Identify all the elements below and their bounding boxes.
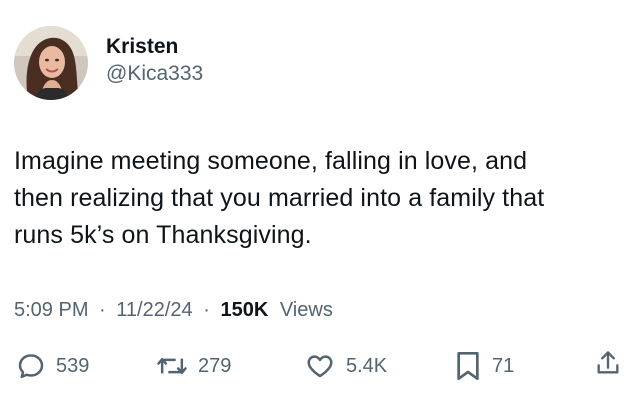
bookmark-icon: [454, 350, 482, 382]
heart-icon: [304, 351, 336, 381]
views-label: Views: [279, 299, 333, 321]
reply-button[interactable]: 539: [16, 348, 89, 384]
repost-icon: [156, 351, 188, 381]
repost-button[interactable]: 279: [156, 348, 231, 384]
tweet-text-line: then realizing that you married into a f…: [14, 184, 545, 212]
tweet-text-line: Imagine meeting someone, falling in love…: [14, 147, 528, 175]
meta-separator: ·: [99, 299, 106, 321]
share-icon: [594, 348, 622, 378]
tweet-meta: 5:09 PM · 11/22/24 · 150K Views: [14, 296, 333, 324]
reply-icon: [16, 351, 46, 381]
meta-separator: ·: [203, 299, 210, 321]
like-count: 5.4K: [346, 355, 388, 377]
tweet-text: Imagine meeting someone, falling in love…: [14, 143, 626, 254]
reply-count: 539: [56, 355, 90, 377]
views-count: 150K: [220, 299, 269, 321]
tweet-card: Kristen @Kica333 Imagine meeting someone…: [0, 0, 640, 411]
like-button[interactable]: 5.4K: [304, 348, 387, 384]
bookmark-button[interactable]: 71: [454, 348, 514, 384]
tweet-header: Kristen @Kica333: [14, 26, 203, 100]
tweet-text-line: runs 5k’s on Thanksgiving.: [14, 221, 312, 249]
bookmark-count: 71: [492, 355, 515, 377]
author-names: Kristen @Kica333: [106, 34, 203, 88]
avatar-image: [14, 26, 88, 100]
tweet-time[interactable]: 5:09 PM: [14, 299, 88, 321]
tweet-date[interactable]: 11/22/24: [116, 299, 192, 321]
author-handle[interactable]: @Kica333: [106, 60, 203, 88]
author-display-name[interactable]: Kristen: [106, 34, 203, 60]
action-bar: 539 279 5.4K 71: [14, 348, 626, 384]
share-button[interactable]: [594, 348, 622, 378]
avatar[interactable]: [14, 26, 88, 100]
repost-count: 279: [198, 355, 232, 377]
